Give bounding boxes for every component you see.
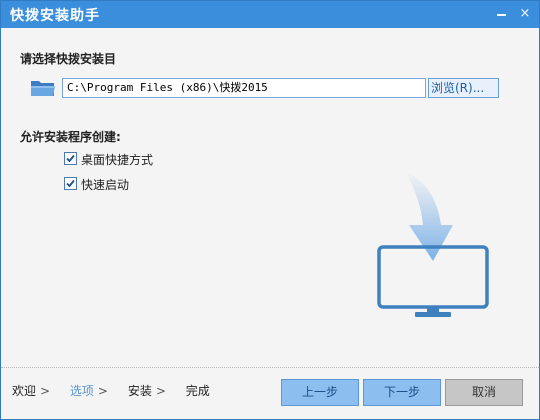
close-button[interactable]: × xyxy=(516,6,534,22)
download-to-monitor-icon xyxy=(377,171,489,317)
step-install: 安装 > xyxy=(127,384,166,398)
browse-button[interactable]: 浏览(R)... xyxy=(428,78,499,98)
next-button[interactable]: 下一步 xyxy=(363,379,441,406)
minimize-button[interactable] xyxy=(492,6,510,22)
cancel-button[interactable]: 取消 xyxy=(445,379,523,406)
installer-window: 快拨安装助手 × 请选择快拨安装目 浏览(R)... 允许安装程序创建: 桌面快… xyxy=(0,0,540,420)
step-finish: 完成 xyxy=(185,384,210,398)
footer-divider xyxy=(1,367,539,368)
minimize-icon xyxy=(496,14,506,16)
install-dir-label: 请选择快拨安装目 xyxy=(20,52,117,66)
install-path-input[interactable] xyxy=(62,78,426,98)
window-title: 快拨安装助手 xyxy=(10,8,100,24)
previous-button[interactable]: 上一步 xyxy=(281,379,359,406)
checkmark-icon xyxy=(66,179,75,188)
quick-launch-label: 快速启动 xyxy=(81,178,130,192)
folder-icon xyxy=(31,81,55,96)
desktop-shortcut-label: 桌面快捷方式 xyxy=(81,153,154,167)
checkmark-icon xyxy=(66,154,75,163)
desktop-shortcut-option[interactable]: 桌面快捷方式 xyxy=(64,152,153,168)
step-indicator: 欢迎 > 选项 > 安装 > 完成 xyxy=(12,382,230,399)
quick-launch-option[interactable]: 快速启动 xyxy=(64,177,129,193)
step-welcome: 欢迎 > xyxy=(12,384,51,398)
create-options-label: 允许安装程序创建: xyxy=(20,130,121,144)
desktop-shortcut-checkbox[interactable] xyxy=(64,152,77,165)
title-bar[interactable]: 快拨安装助手 × xyxy=(1,1,539,28)
quick-launch-checkbox[interactable] xyxy=(64,177,77,190)
step-options: 选项 > xyxy=(69,384,108,398)
